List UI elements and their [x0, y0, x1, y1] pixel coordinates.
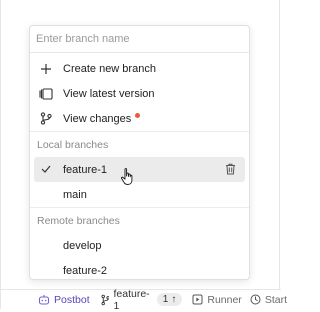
- runner-button[interactable]: Runner: [192, 290, 242, 310]
- hand-cursor-icon: [121, 168, 133, 185]
- version-icon: [39, 87, 53, 101]
- view-changes-label: View changes: [63, 112, 132, 125]
- plus-icon: [39, 62, 53, 76]
- git-compare-icon: [39, 112, 53, 126]
- app-frame: Create new branch View latest version Vi…: [0, 0, 287, 312]
- notification-dot: [135, 113, 141, 118]
- remote-branch-develop[interactable]: develop: [34, 233, 245, 258]
- local-branch-label: feature-1: [63, 163, 108, 176]
- postbot-button[interactable]: Postbot: [38, 290, 90, 310]
- create-new-branch-item[interactable]: Create new branch: [34, 56, 245, 81]
- remote-branch-label: develop: [63, 239, 102, 252]
- runner-label: Runner: [207, 293, 242, 306]
- create-new-branch-label: Create new branch: [63, 62, 156, 75]
- postbot-icon: [38, 294, 50, 305]
- sync-badge[interactable]: 1 ↑: [156, 293, 183, 306]
- branch-search-container: [30, 26, 249, 53]
- checkmark-icon: [39, 164, 53, 176]
- start-button[interactable]: Start: [250, 290, 287, 310]
- remote-branch-label: feature-2: [63, 264, 108, 277]
- status-bar: Postbot feature-1 1 ↑ Runner Start: [1, 287, 287, 312]
- view-changes-item[interactable]: View changes: [34, 106, 245, 131]
- sync-arrow-icon: ↑: [171, 294, 177, 305]
- local-branch-feature-1[interactable]: feature-1: [34, 157, 245, 182]
- runner-icon: [192, 294, 203, 305]
- view-latest-version-label: View latest version: [63, 87, 155, 100]
- remote-branches-heading: Remote branches: [37, 214, 120, 227]
- branch-label: feature-1: [113, 287, 150, 312]
- start-icon: [250, 294, 261, 305]
- trash-icon[interactable]: [225, 163, 237, 176]
- local-branch-label: main: [63, 188, 87, 201]
- branch-menu-list: Create new branch View latest version Vi…: [30, 53, 249, 283]
- branch-search-input[interactable]: [36, 33, 249, 45]
- branch-button[interactable]: feature-1 1 ↑: [101, 287, 183, 312]
- branch-switcher-popup: Create new branch View latest version Vi…: [29, 25, 250, 280]
- local-branches-heading: Local branches: [37, 138, 109, 151]
- sync-count: 1: [162, 294, 169, 305]
- git-branch-icon: [101, 294, 110, 305]
- start-label: Start: [264, 293, 287, 306]
- remote-branch-feature-2[interactable]: feature-2: [34, 258, 245, 283]
- local-branch-main[interactable]: main: [34, 182, 245, 207]
- postbot-label: Postbot: [54, 293, 90, 306]
- view-latest-version-item[interactable]: View latest version: [34, 81, 245, 106]
